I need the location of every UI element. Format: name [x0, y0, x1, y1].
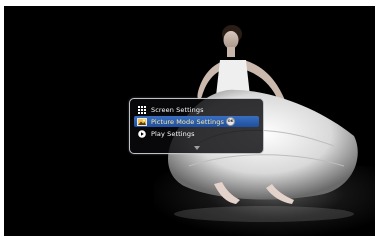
- picture-icon: [137, 117, 147, 127]
- menu-item-picture-mode-settings[interactable]: Picture Mode Settings OK: [134, 116, 259, 127]
- play-icon: [137, 129, 147, 139]
- ok-button-icon: OK: [226, 117, 235, 126]
- menu-item-label: Play Settings: [151, 129, 195, 138]
- menu-item-label: Screen Settings: [151, 105, 204, 114]
- video-screen[interactable]: Screen Settings Picture Mode Settings OK: [4, 6, 375, 236]
- menu-item-screen-settings[interactable]: Screen Settings: [134, 104, 259, 115]
- chevron-down-icon[interactable]: [194, 146, 200, 150]
- settings-menu: Screen Settings Picture Mode Settings OK: [129, 98, 264, 154]
- menu-item-play-settings[interactable]: Play Settings: [134, 128, 259, 139]
- grid-icon: [137, 105, 147, 115]
- menu-item-label: Picture Mode Settings: [151, 117, 224, 126]
